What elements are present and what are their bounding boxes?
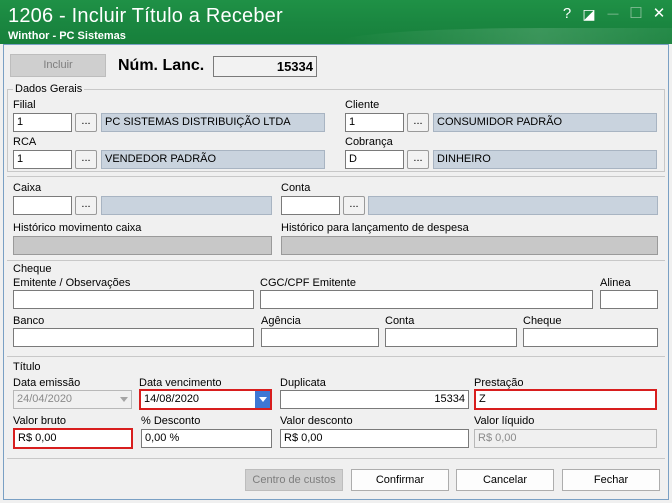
cliente-name-field: CONSUMIDOR PADRÃO <box>433 113 657 132</box>
cgc-label: CGC/CPF Emitente <box>260 277 356 289</box>
emitente-input[interactable] <box>13 290 254 309</box>
chevron-down-icon <box>120 397 128 402</box>
prestacao-label: Prestação <box>474 377 524 389</box>
valor-bruto-input[interactable]: R$ 0,00 <box>13 428 133 449</box>
cobranca-lookup-button[interactable]: ... <box>407 150 429 169</box>
valor-desconto-label: Valor desconto <box>280 415 353 427</box>
data-vencimento-label: Data vencimento <box>139 377 222 389</box>
window-subtitle: Winthor - PC Sistemas <box>8 30 126 42</box>
alinea-label: Alinea <box>600 277 631 289</box>
cancelar-button[interactable]: Cancelar <box>456 469 554 491</box>
data-emissao-value: 24/04/2020 <box>17 393 73 405</box>
dados-gerais-label: Dados Gerais <box>13 83 85 95</box>
data-vencimento-value: 14/08/2020 <box>144 393 200 405</box>
window-title: 1206 - Incluir Título a Receber <box>8 5 283 27</box>
cheque-conta-input[interactable] <box>385 328 517 347</box>
caixa-code-input[interactable] <box>13 196 72 215</box>
chevron-down-icon <box>259 397 267 402</box>
title-bar-decoration <box>340 28 672 44</box>
rca-code-input[interactable]: 1 <box>13 150 72 169</box>
hist-despesa-label: Histórico para lançamento de despesa <box>281 222 469 234</box>
banco-input[interactable] <box>13 328 254 347</box>
minimize-icon[interactable]: — <box>604 5 622 23</box>
caixa-lookup-button[interactable]: ... <box>75 196 97 215</box>
separator <box>7 176 665 177</box>
rca-label: RCA <box>13 136 37 148</box>
cheque-group-label: Cheque <box>13 263 52 275</box>
include-button[interactable]: Incluir <box>10 54 106 77</box>
cheque-number-input[interactable] <box>523 328 658 347</box>
desconto-pct-input[interactable]: 0,00 % <box>141 429 272 448</box>
separator <box>7 260 665 261</box>
data-emissao-dropdown <box>116 391 131 408</box>
conta-code-input[interactable] <box>281 196 340 215</box>
desconto-pct-label: % Desconto <box>141 415 201 427</box>
hist-despesa-field <box>281 236 658 255</box>
close-icon[interactable]: ✕ <box>650 5 668 23</box>
valor-desconto-input[interactable]: R$ 0,00 <box>280 429 469 448</box>
separator <box>7 458 665 459</box>
cheque-conta-label: Conta <box>385 315 415 327</box>
hist-caixa-label: Histórico movimento caixa <box>13 222 142 234</box>
filial-lookup-button[interactable]: ... <box>75 113 97 132</box>
rca-lookup-button[interactable]: ... <box>75 150 97 169</box>
maximize-icon[interactable]: ☐ <box>627 5 645 23</box>
filial-name-field: PC SISTEMAS DISTRIBUIÇÃO LTDA <box>101 113 325 132</box>
cgc-input[interactable] <box>260 290 593 309</box>
fechar-button[interactable]: Fechar <box>562 469 660 491</box>
cheque-number-label: Cheque <box>523 315 562 327</box>
agencia-input[interactable] <box>261 328 379 347</box>
centro-custos-button[interactable]: Centro de custos <box>245 469 343 491</box>
caixa-name-field <box>101 196 272 215</box>
conta-lookup-button[interactable]: ... <box>343 196 365 215</box>
filial-code-input[interactable]: 1 <box>13 113 72 132</box>
caixa-label: Caixa <box>13 182 42 194</box>
filial-label: Filial <box>13 99 36 111</box>
cobranca-code-input[interactable]: D <box>345 150 404 169</box>
conta-name-field <box>368 196 658 215</box>
data-vencimento-field[interactable]: 14/08/2020 <box>139 389 272 410</box>
alinea-input[interactable] <box>600 290 658 309</box>
agencia-label: Agência <box>261 315 301 327</box>
cobranca-name-field: DINHEIRO <box>433 150 657 169</box>
cliente-lookup-button[interactable]: ... <box>407 113 429 132</box>
num-lanc-field: 15334 <box>213 56 317 77</box>
data-emissao-field: 24/04/2020 <box>13 390 132 409</box>
titulo-group-label: Título <box>13 361 41 373</box>
duplicata-input[interactable]: 15334 <box>280 390 469 409</box>
valor-bruto-label: Valor bruto <box>13 415 66 427</box>
valor-liquido-label: Valor líquido <box>474 415 535 427</box>
confirmar-button[interactable]: Confirmar <box>351 469 449 491</box>
hist-caixa-field <box>13 236 272 255</box>
separator <box>7 356 665 357</box>
prestacao-input[interactable]: Z <box>474 389 657 410</box>
valor-liquido-field: R$ 0,00 <box>474 429 657 448</box>
restore-icon[interactable]: ◪ <box>580 5 598 23</box>
help-icon[interactable]: ? <box>558 5 576 23</box>
cobranca-label: Cobrança <box>345 136 393 148</box>
duplicata-label: Duplicata <box>280 377 326 389</box>
emitente-label: Emitente / Observações <box>13 277 131 289</box>
banco-label: Banco <box>13 315 45 327</box>
cliente-label: Cliente <box>345 99 380 111</box>
cliente-code-input[interactable]: 1 <box>345 113 404 132</box>
data-vencimento-dropdown[interactable] <box>255 391 270 408</box>
num-lanc-label: Núm. Lanc. <box>118 57 205 74</box>
data-emissao-label: Data emissão <box>13 377 81 389</box>
title-bar: 1206 - Incluir Título a Receber Winthor … <box>0 0 672 44</box>
rca-name-field: VENDEDOR PADRÃO <box>101 150 325 169</box>
conta-label: Conta <box>281 182 311 194</box>
